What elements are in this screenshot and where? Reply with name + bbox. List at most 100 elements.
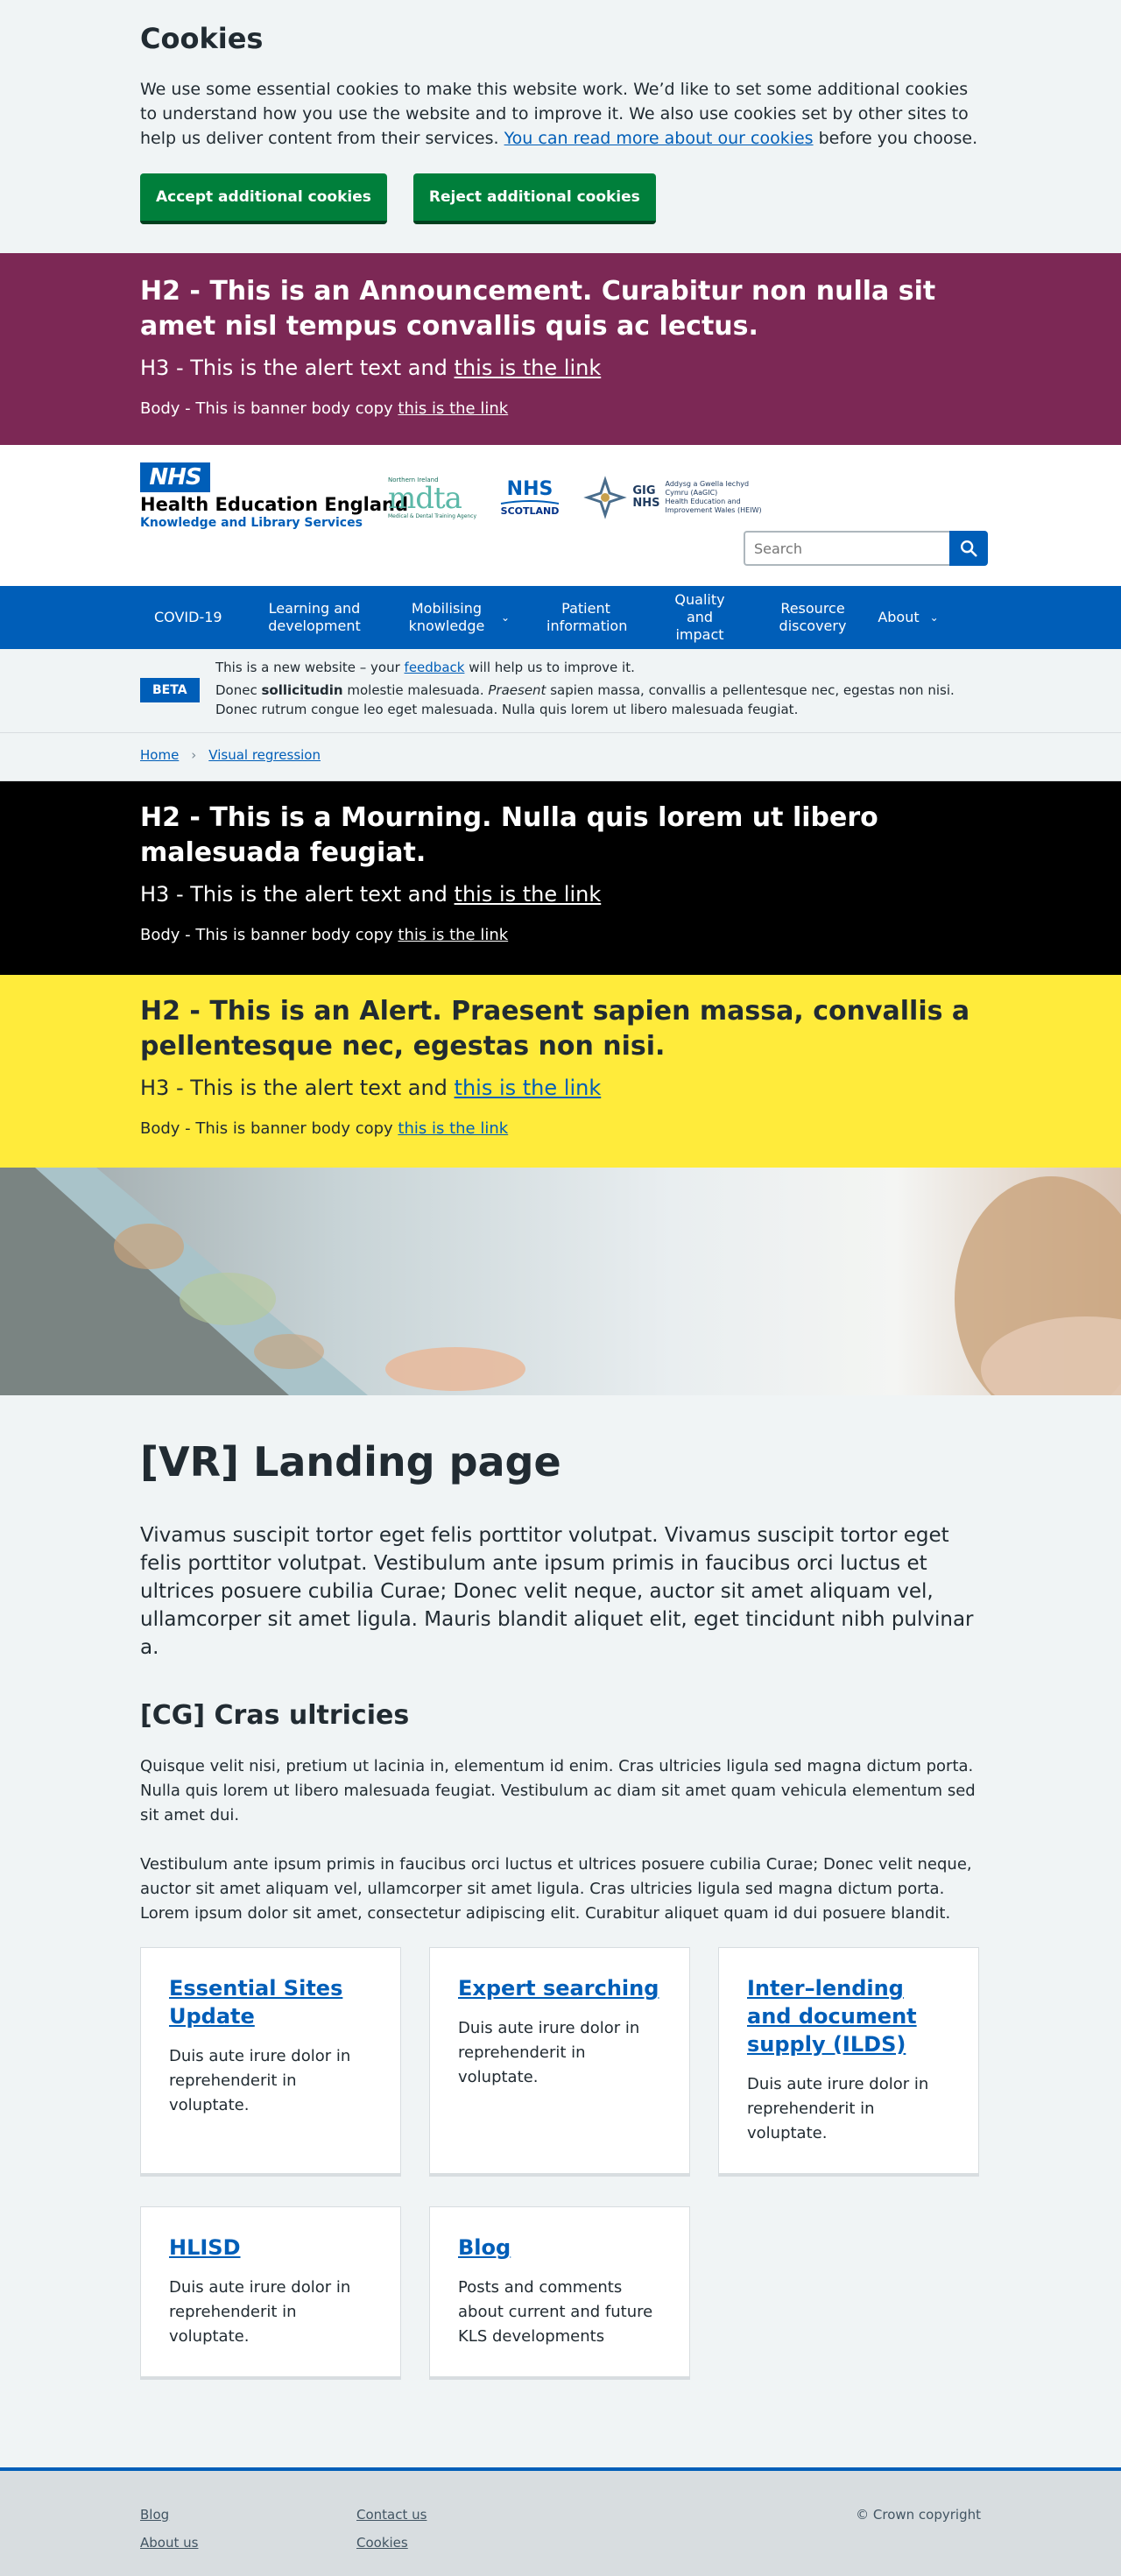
wales-emblem-icon bbox=[583, 476, 628, 519]
announcement-subheading: H3 - This is the alert text and this is … bbox=[140, 355, 981, 381]
mourning-body-text: Body - This is banner body copy bbox=[140, 926, 398, 944]
announcement-h3-link[interactable]: this is the link bbox=[455, 356, 602, 380]
nav-item-quality[interactable]: Quality and impact bbox=[641, 591, 758, 644]
wales-line-2: Cymru (AaGIC) bbox=[665, 489, 718, 497]
mourning-body-link[interactable]: this is the link bbox=[398, 926, 508, 944]
breadcrumb: Home › Visual regression bbox=[0, 733, 1121, 781]
beta-tag: BETA bbox=[140, 678, 200, 702]
nav-item-learning[interactable]: Learning and development bbox=[247, 600, 382, 635]
nhs-wales-logo: GIG NHS Addysg a Gwella Iechyd Cymru (Aa… bbox=[581, 476, 765, 519]
breadcrumb-home[interactable]: Home bbox=[140, 747, 179, 763]
cookie-title: Cookies bbox=[140, 22, 264, 55]
footer-link-cookies[interactable]: Cookies bbox=[356, 2529, 427, 2557]
chevron-down-icon: ⌄ bbox=[500, 611, 511, 624]
wales-line-4: Improvement Wales (HEIW) bbox=[665, 506, 762, 514]
beta-line2-b: molestie malesuada. bbox=[342, 682, 489, 698]
card[interactable]: Blog Posts and comments about current an… bbox=[429, 2206, 690, 2380]
footer-link-contact[interactable]: Contact us bbox=[356, 2501, 427, 2529]
beta-line1-before: This is a new website – your bbox=[215, 660, 405, 675]
nhs-scotland-nhs: NHS bbox=[506, 477, 553, 500]
alert-banner: H2 - This is an Alert. Praesent sapien m… bbox=[0, 975, 1121, 1168]
card-link[interactable]: Expert searching bbox=[458, 1976, 659, 2001]
nhs-logo[interactable]: NHS bbox=[140, 462, 210, 492]
card[interactable]: Expert searching Duis aute irure dolor i… bbox=[429, 1947, 690, 2177]
beta-line2-italic: Praesent bbox=[488, 682, 546, 698]
card-group: Essential Sites Update Duis aute irure d… bbox=[140, 1947, 981, 2380]
footer-links-col2: Contact us Cookies bbox=[356, 2501, 427, 2557]
primary-nav: COVID-19 Learning and development Mobili… bbox=[0, 586, 1121, 649]
footer-links-col1: Blog About us bbox=[140, 2501, 198, 2557]
alert-body: Body - This is banner body copy this is … bbox=[140, 1119, 981, 1140]
nav-item-covid[interactable]: COVID-19 bbox=[154, 609, 247, 626]
beta-line2-a: Donec bbox=[215, 682, 262, 698]
announcement-body: Body - This is banner body copy this is … bbox=[140, 399, 981, 420]
hero-illustration bbox=[0, 1168, 1121, 1395]
chevron-right-icon: › bbox=[191, 747, 197, 763]
card-description: Duis aute irure dolor in reprehenderit i… bbox=[458, 2019, 640, 2086]
footer-link-about[interactable]: About us bbox=[140, 2529, 198, 2557]
alert-heading: H2 - This is an Alert. Praesent sapien m… bbox=[140, 996, 970, 1062]
alert-subheading: H3 - This is the alert text and this is … bbox=[140, 1075, 981, 1101]
hero-image bbox=[0, 1168, 1121, 1395]
site-footer: Blog About us Contact us Cookies © Crown… bbox=[0, 2467, 1121, 2576]
nav-item-resource[interactable]: Resource discovery bbox=[758, 600, 867, 635]
alert-body-link[interactable]: this is the link bbox=[398, 1119, 508, 1138]
cookie-text: We use some essential cookies to make th… bbox=[140, 77, 981, 151]
accept-cookies-button[interactable]: Accept additional cookies bbox=[140, 173, 387, 224]
card-link[interactable]: Blog bbox=[458, 2235, 511, 2260]
cookie-banner: Cookies We use some essential cookies to… bbox=[0, 0, 1121, 253]
org-name[interactable]: Health Education England bbox=[140, 494, 408, 515]
mourning-h3-text: H3 - This is the alert text and bbox=[140, 882, 455, 907]
mourning-body: Body - This is banner body copy this is … bbox=[140, 925, 981, 946]
wales-line-3: Health Education and bbox=[665, 498, 741, 505]
nav-label: Resource discovery bbox=[779, 600, 847, 634]
announcement-body-text: Body - This is banner body copy bbox=[140, 399, 398, 418]
nav-label: Quality and impact bbox=[674, 591, 725, 643]
mdta-logo-sub: Medical & Dental Training Agency bbox=[388, 512, 477, 519]
section-title: [CG] Cras ultricies bbox=[140, 1700, 410, 1731]
page-title: [VR] Landing page bbox=[140, 1438, 561, 1486]
reject-cookies-button[interactable]: Reject additional cookies bbox=[412, 173, 656, 224]
announcement-banner: H2 - This is an Announcement. Curabitur … bbox=[0, 253, 1121, 445]
cookie-policy-link[interactable]: You can read more about our cookies bbox=[504, 129, 814, 148]
alert-h3-link[interactable]: this is the link bbox=[455, 1076, 602, 1100]
card[interactable]: Essential Sites Update Duis aute irure d… bbox=[140, 1947, 401, 2177]
card-link[interactable]: HLISD bbox=[169, 2235, 241, 2260]
nav-label: Learning and development bbox=[268, 600, 361, 634]
announcement-body-link[interactable]: this is the link bbox=[398, 399, 508, 418]
search-button[interactable] bbox=[949, 531, 988, 566]
nav-item-mobilising[interactable]: Mobilising knowledge ⌄ bbox=[382, 600, 531, 635]
wales-line-1: Addysg a Gwella Iechyd bbox=[665, 480, 750, 488]
breadcrumb-current[interactable]: Visual regression bbox=[208, 747, 321, 763]
lede-paragraph: Vivamus suscipit tortor eget felis portt… bbox=[140, 1524, 974, 1659]
search-input[interactable] bbox=[744, 531, 949, 566]
card-description: Duis aute irure dolor in reprehenderit i… bbox=[169, 2278, 351, 2346]
nav-label: Patient information bbox=[546, 600, 628, 634]
wales-gig: GIG bbox=[632, 484, 656, 498]
org-subtitle: Knowledge and Library Services bbox=[140, 516, 363, 530]
nav-label: COVID-19 bbox=[154, 609, 222, 625]
alert-body-text: Body - This is banner body copy bbox=[140, 1119, 398, 1138]
footer-link-blog[interactable]: Blog bbox=[140, 2501, 198, 2529]
card-link[interactable]: Inter–lending and document supply (ILDS) bbox=[747, 1976, 917, 2057]
card[interactable]: Inter–lending and document supply (ILDS)… bbox=[718, 1947, 979, 2177]
nav-label: About bbox=[878, 609, 920, 625]
beta-line2-bold: sollicitudin bbox=[261, 682, 343, 698]
feedback-link[interactable]: feedback bbox=[405, 660, 465, 675]
nav-item-patient[interactable]: Patient information bbox=[531, 600, 641, 635]
mdta-logo: Northern Ireland mdta Medical & Dental T… bbox=[388, 476, 479, 519]
mourning-heading: H2 - This is a Mourning. Nulla quis lore… bbox=[140, 802, 878, 868]
site-header: NHS Health Education England Knowledge a… bbox=[0, 445, 1121, 586]
mdta-logo-text: mdta bbox=[388, 480, 462, 516]
search-icon bbox=[961, 540, 977, 557]
nhs-scotland-text: SCOTLAND bbox=[500, 505, 560, 517]
main-content: [VR] Landing page Vivamus suscipit torto… bbox=[0, 1395, 1121, 2576]
nav-item-about[interactable]: About ⌄ bbox=[867, 609, 949, 626]
mourning-h3-link[interactable]: this is the link bbox=[455, 882, 602, 907]
mourning-subheading: H3 - This is the alert text and this is … bbox=[140, 881, 981, 907]
card[interactable]: HLISD Duis aute irure dolor in reprehend… bbox=[140, 2206, 401, 2380]
card-link[interactable]: Essential Sites Update bbox=[169, 1976, 342, 2029]
copyright: © Crown copyright bbox=[856, 2507, 981, 2523]
wales-nhs: NHS bbox=[632, 497, 660, 510]
nhs-scotland-logo: NHS SCOTLAND bbox=[495, 477, 565, 517]
